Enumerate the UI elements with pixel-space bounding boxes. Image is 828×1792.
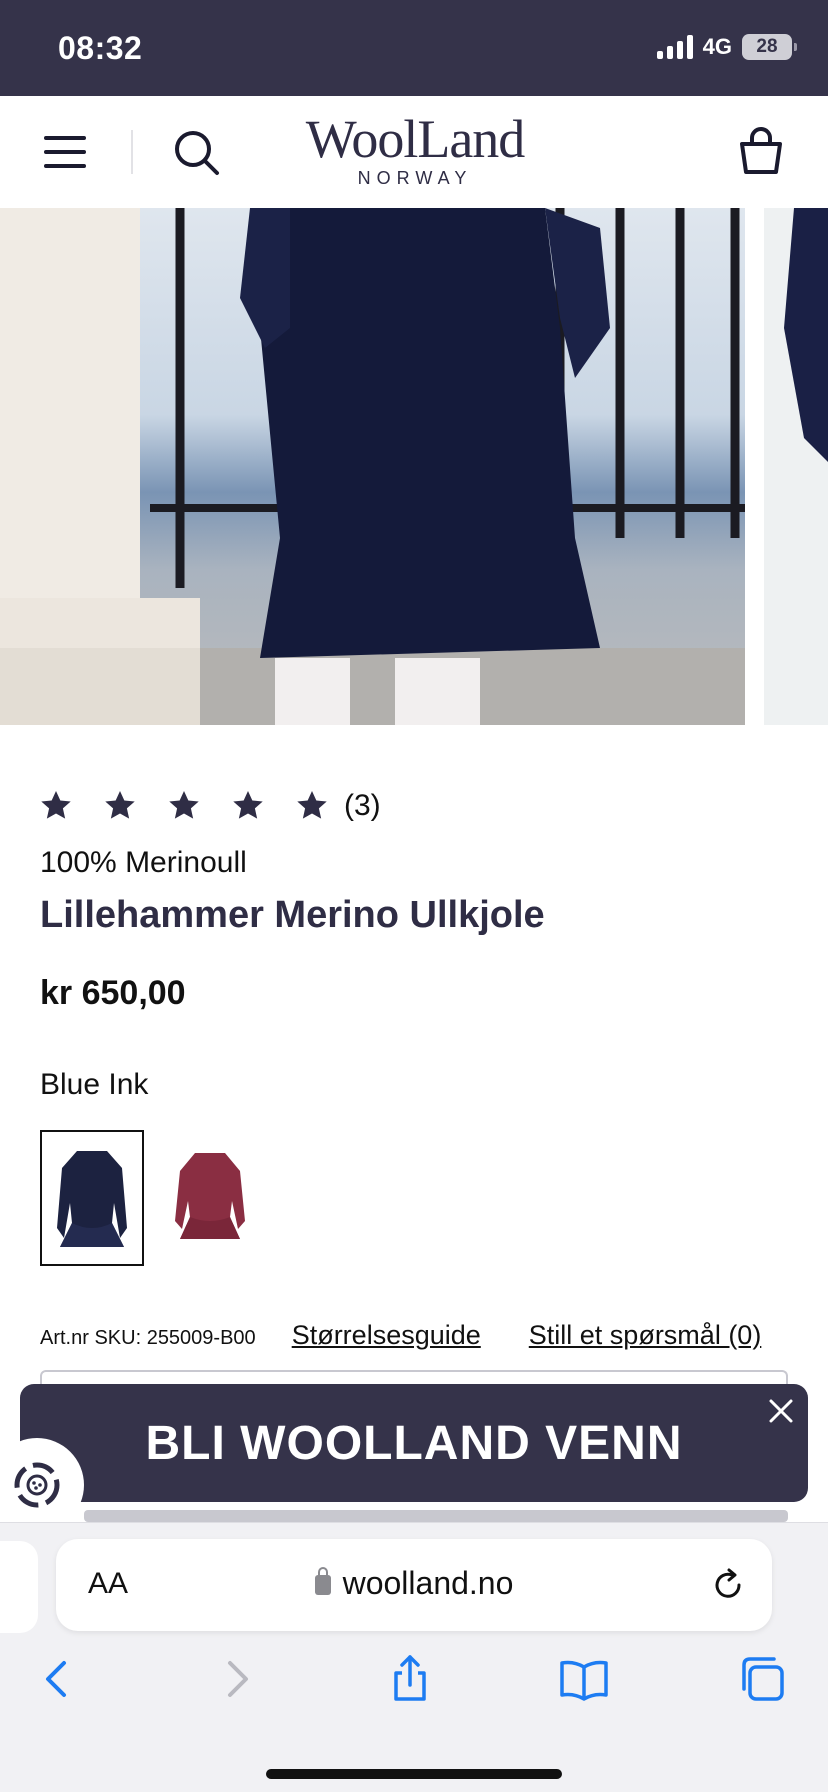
browser-nav-toolbar [0,1653,828,1713]
star-icon [41,791,71,819]
next-product-photo-peek[interactable] [764,208,828,725]
product-sku: Art.nr SKU: 255009-B00 [40,1327,256,1349]
site-header: WoolLand NORWAY [0,96,828,208]
brand-logo[interactable]: WoolLand NORWAY [290,110,540,189]
previous-tab-peek[interactable] [0,1541,38,1633]
newsletter-promo-banner[interactable]: BLI WOOLLAND VENN [20,1384,808,1502]
lock-icon [314,1567,331,1595]
product-image-carousel[interactable] [0,208,828,725]
header-divider [131,130,133,174]
share-icon[interactable] [384,1653,436,1705]
size-guide-link[interactable]: Størrelsesguide [292,1320,481,1351]
logo-wordmark: WoolLand [305,109,526,169]
status-bar: 08:32 4G 28 [0,0,828,96]
star-icon [105,791,135,819]
battery-icon: 28 [742,34,797,60]
star-icon [233,791,263,819]
safari-toolbar: AA woolland.no [0,1522,828,1792]
search-icon[interactable] [172,128,222,178]
url-display[interactable]: woolland.no [56,1565,772,1602]
color-swatches [40,1130,262,1266]
tabs-icon[interactable] [736,1653,788,1705]
home-indicator [266,1769,562,1779]
add-to-cart-button-peek[interactable] [84,1510,788,1522]
color-swatch-blue-ink[interactable] [40,1130,144,1266]
product-rating[interactable]: (3) [38,788,381,824]
address-bar[interactable]: AA woolland.no [56,1539,772,1631]
forward-icon[interactable] [210,1653,262,1705]
cellular-signal-icon [656,35,693,59]
star-icon [169,791,199,819]
network-type: 4G [702,34,732,59]
close-icon[interactable] [766,1396,796,1426]
logo-subtitle: NORWAY [357,168,473,188]
cookie-settings-icon[interactable] [0,1438,84,1532]
color-swatch-red[interactable] [158,1130,262,1266]
product-price: kr 650,00 [40,974,186,1012]
back-icon[interactable] [32,1653,84,1705]
menu-icon[interactable] [44,136,86,168]
url-text: woolland.no [342,1565,514,1601]
product-title: Lillehammer Merino Ullkjole [40,894,545,936]
status-indicators: 4G 28 [656,34,797,60]
promo-text: BLI WOOLLAND VENN [145,1416,683,1470]
product-meta-row: Art.nr SKU: 255009-B00 Størrelsesguide S… [40,1320,790,1351]
bookmarks-icon[interactable] [558,1653,610,1705]
status-time: 08:32 [58,30,143,66]
star-icon [297,791,327,819]
shopping-bag-icon[interactable] [736,126,786,176]
selected-color-label: Blue Ink [40,1068,149,1101]
reload-icon[interactable] [710,1567,746,1603]
ask-question-link[interactable]: Still et spørsmål (0) [529,1320,762,1351]
battery-level: 28 [756,36,778,57]
product-material: 100% Merinoull [40,846,247,879]
rating-count[interactable]: (3) [344,789,381,823]
product-photo[interactable] [0,208,745,725]
